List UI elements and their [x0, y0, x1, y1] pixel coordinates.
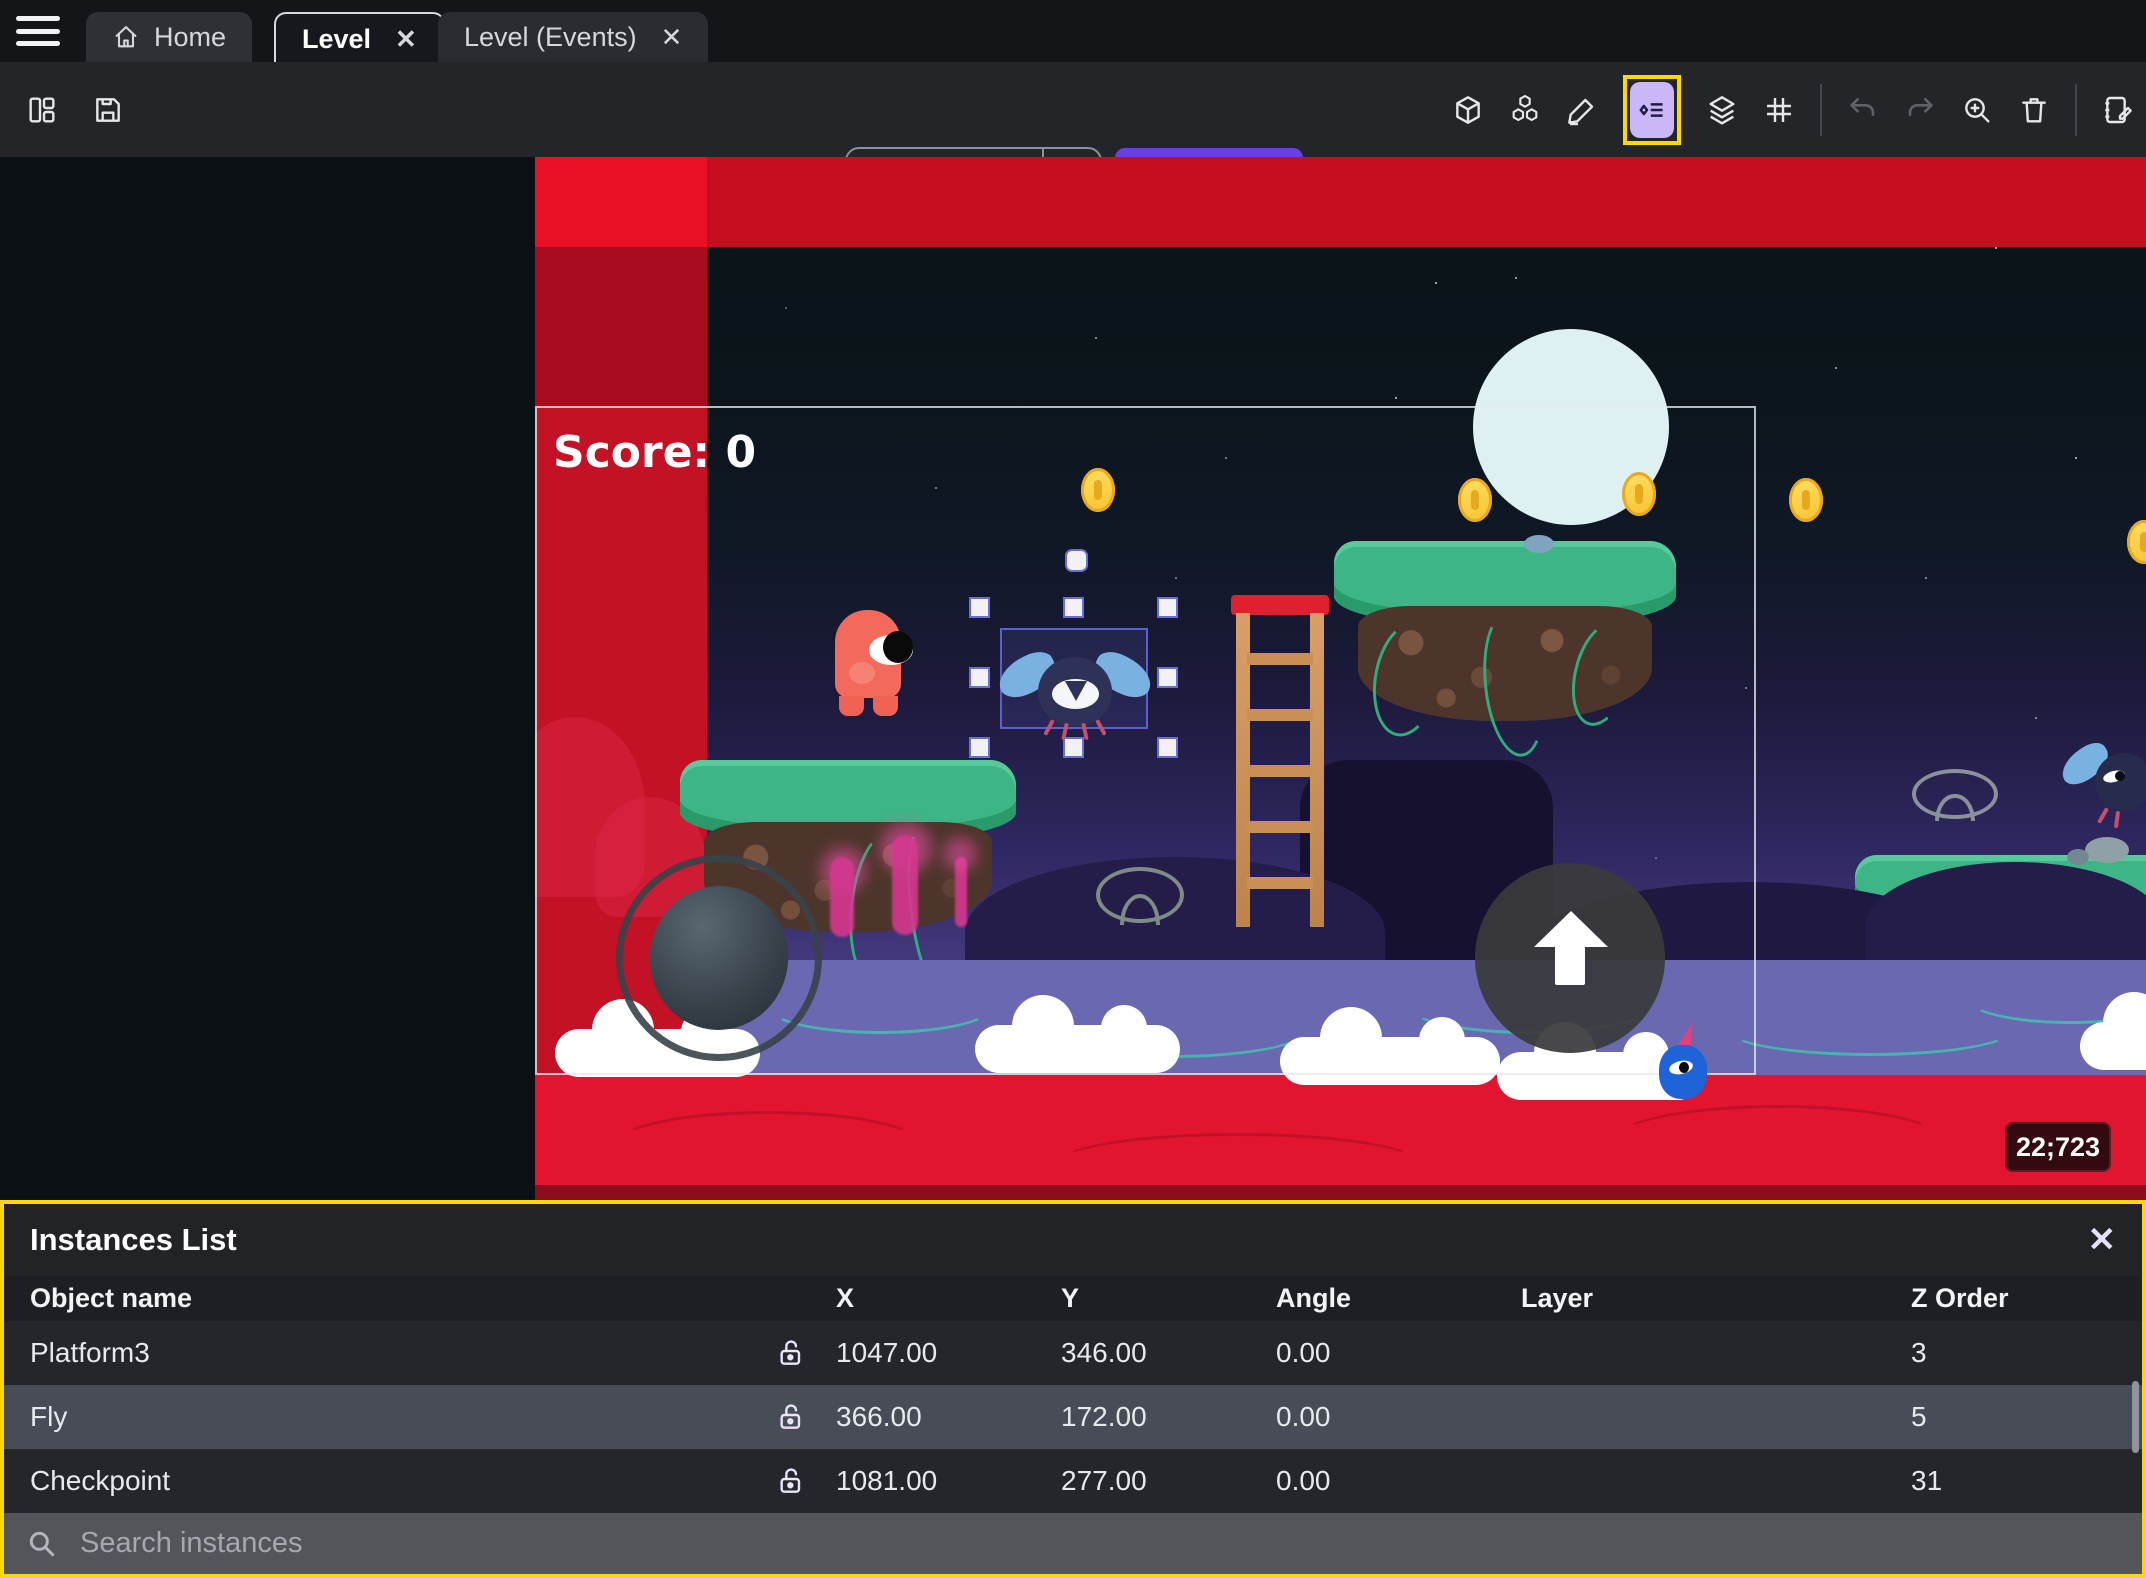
- coin[interactable]: [1458, 478, 1492, 522]
- selection-handle[interactable]: [1063, 597, 1084, 618]
- selection-handle[interactable]: [1063, 737, 1084, 758]
- selection-handle[interactable]: [969, 597, 990, 618]
- tab-home[interactable]: Home: [86, 12, 253, 62]
- scene-red-background-corner: [535, 157, 707, 247]
- tab-level-events[interactable]: Level (Events) ✕: [438, 12, 709, 62]
- scene-red-background-top: [535, 157, 2146, 247]
- row-x: 1081.00: [836, 1465, 938, 1496]
- home-icon: [112, 23, 140, 51]
- undo-icon[interactable]: [1847, 94, 1879, 126]
- instances-list-icon[interactable]: [1623, 74, 1681, 145]
- toolbar-divider: [2075, 83, 2077, 136]
- cloud: [2080, 992, 2146, 1070]
- search-instances-input[interactable]: [78, 1526, 1282, 1561]
- col-angle: Angle: [1276, 1283, 1352, 1313]
- trash-icon[interactable]: [2018, 94, 2050, 126]
- ladder[interactable]: [1231, 595, 1329, 927]
- layers-icon[interactable]: [1706, 94, 1738, 126]
- notes-icon[interactable]: [2102, 94, 2134, 126]
- table-row[interactable]: Platform3 1047.00 346.00 0.00 3: [4, 1321, 2142, 1385]
- row-z-order: 31: [1911, 1465, 1943, 1496]
- menu-icon[interactable]: [16, 16, 60, 46]
- row-x: 366.00: [836, 1401, 922, 1432]
- player-leg: [839, 696, 864, 716]
- selection-handle[interactable]: [969, 667, 990, 688]
- instances-list-panel: Instances List ✕ Object name X Y Angle L…: [0, 1200, 2146, 1578]
- selection-handle[interactable]: [969, 737, 990, 758]
- table-scrollbar[interactable]: [2132, 1381, 2139, 1453]
- score-text: Score: 0: [553, 427, 757, 478]
- unlock-icon[interactable]: [746, 1401, 836, 1433]
- selection-handle[interactable]: [1157, 737, 1178, 758]
- col-x: X: [836, 1283, 855, 1313]
- selection-handle[interactable]: [1157, 597, 1178, 618]
- toolbar: Preview Publish: [0, 62, 2146, 205]
- instances-table-header: Object name X Y Angle Layer Z Order: [4, 1276, 2142, 1321]
- selection-rotate-handle[interactable]: [1065, 549, 1088, 572]
- col-y: Y: [1061, 1283, 1080, 1313]
- jump-arrow-icon: [1534, 911, 1608, 947]
- objects-group-icon[interactable]: [1509, 94, 1541, 126]
- game-scene[interactable]: Score: 0 22;723: [535, 157, 2146, 1200]
- scene-editor-canvas[interactable]: Score: 0 22;723: [0, 157, 2146, 1200]
- row-z-order: 3: [1911, 1337, 1927, 1368]
- tab-level-events-close-icon[interactable]: ✕: [661, 22, 683, 53]
- col-layer: Layer: [1521, 1283, 1594, 1313]
- player-leg: [873, 696, 898, 716]
- row-object-name: Fly: [30, 1401, 68, 1432]
- coin[interactable]: [1789, 478, 1823, 522]
- panels-icon[interactable]: [26, 94, 58, 126]
- tab-home-label: Home: [154, 21, 227, 52]
- tab-bar: Home Level ✕ Level (Events) ✕: [0, 0, 2146, 64]
- tab-level-label: Level: [302, 23, 372, 54]
- coin[interactable]: [1081, 468, 1115, 512]
- redo-icon[interactable]: [1904, 94, 1936, 126]
- row-object-name: Checkpoint: [30, 1465, 171, 1496]
- eye-creature[interactable]: [1912, 769, 1998, 821]
- row-angle: 0.00: [1276, 1337, 1331, 1368]
- col-object-name: Object name: [30, 1283, 193, 1313]
- player-belly: [849, 662, 875, 684]
- jump-arrow-icon: [1555, 945, 1585, 985]
- row-y: 346.00: [1061, 1337, 1147, 1368]
- tab-level-events-label: Level (Events): [464, 21, 637, 52]
- table-row[interactable]: Checkpoint 1081.00 277.00 0.00 31: [4, 1449, 2142, 1513]
- row-y: 277.00: [1061, 1465, 1147, 1496]
- red-ground: [535, 1075, 2146, 1200]
- coin[interactable]: [2127, 520, 2146, 564]
- row-z-order: 5: [1911, 1401, 1927, 1432]
- unlock-icon[interactable]: [746, 1337, 836, 1369]
- save-icon[interactable]: [92, 94, 124, 126]
- row-x: 1047.00: [836, 1337, 938, 1368]
- row-y: 172.00: [1061, 1401, 1147, 1432]
- edit-icon[interactable]: [1566, 94, 1598, 126]
- cube-icon[interactable]: [1452, 94, 1484, 126]
- table-row-selected[interactable]: Fly 366.00 172.00 0.00 5: [4, 1385, 2142, 1449]
- red-ground-dark-strip: [535, 1185, 2146, 1200]
- close-panel-icon[interactable]: ✕: [2088, 1223, 2117, 1257]
- search-bar: [4, 1513, 2142, 1574]
- row-object-name: Platform3: [30, 1337, 150, 1368]
- toolbar-divider: [1820, 83, 1822, 136]
- coin[interactable]: [1622, 472, 1656, 516]
- selection-handle[interactable]: [1157, 667, 1178, 688]
- grid-icon[interactable]: [1763, 94, 1795, 126]
- search-icon: [26, 1528, 58, 1560]
- row-angle: 0.00: [1276, 1465, 1331, 1496]
- tab-level-close-icon[interactable]: ✕: [395, 24, 417, 55]
- tab-level[interactable]: Level ✕: [274, 12, 445, 64]
- cursor-coordinates-badge: 22;723: [2005, 1122, 2111, 1172]
- instances-panel-title: Instances List: [30, 1222, 237, 1257]
- player-pupil: [883, 631, 913, 663]
- row-angle: 0.00: [1276, 1401, 1331, 1432]
- eye-creature[interactable]: [1096, 867, 1184, 925]
- zoom-in-icon[interactable]: [1961, 94, 1993, 126]
- unlock-icon[interactable]: [746, 1465, 836, 1497]
- col-z-order: Z Order: [1911, 1283, 2009, 1313]
